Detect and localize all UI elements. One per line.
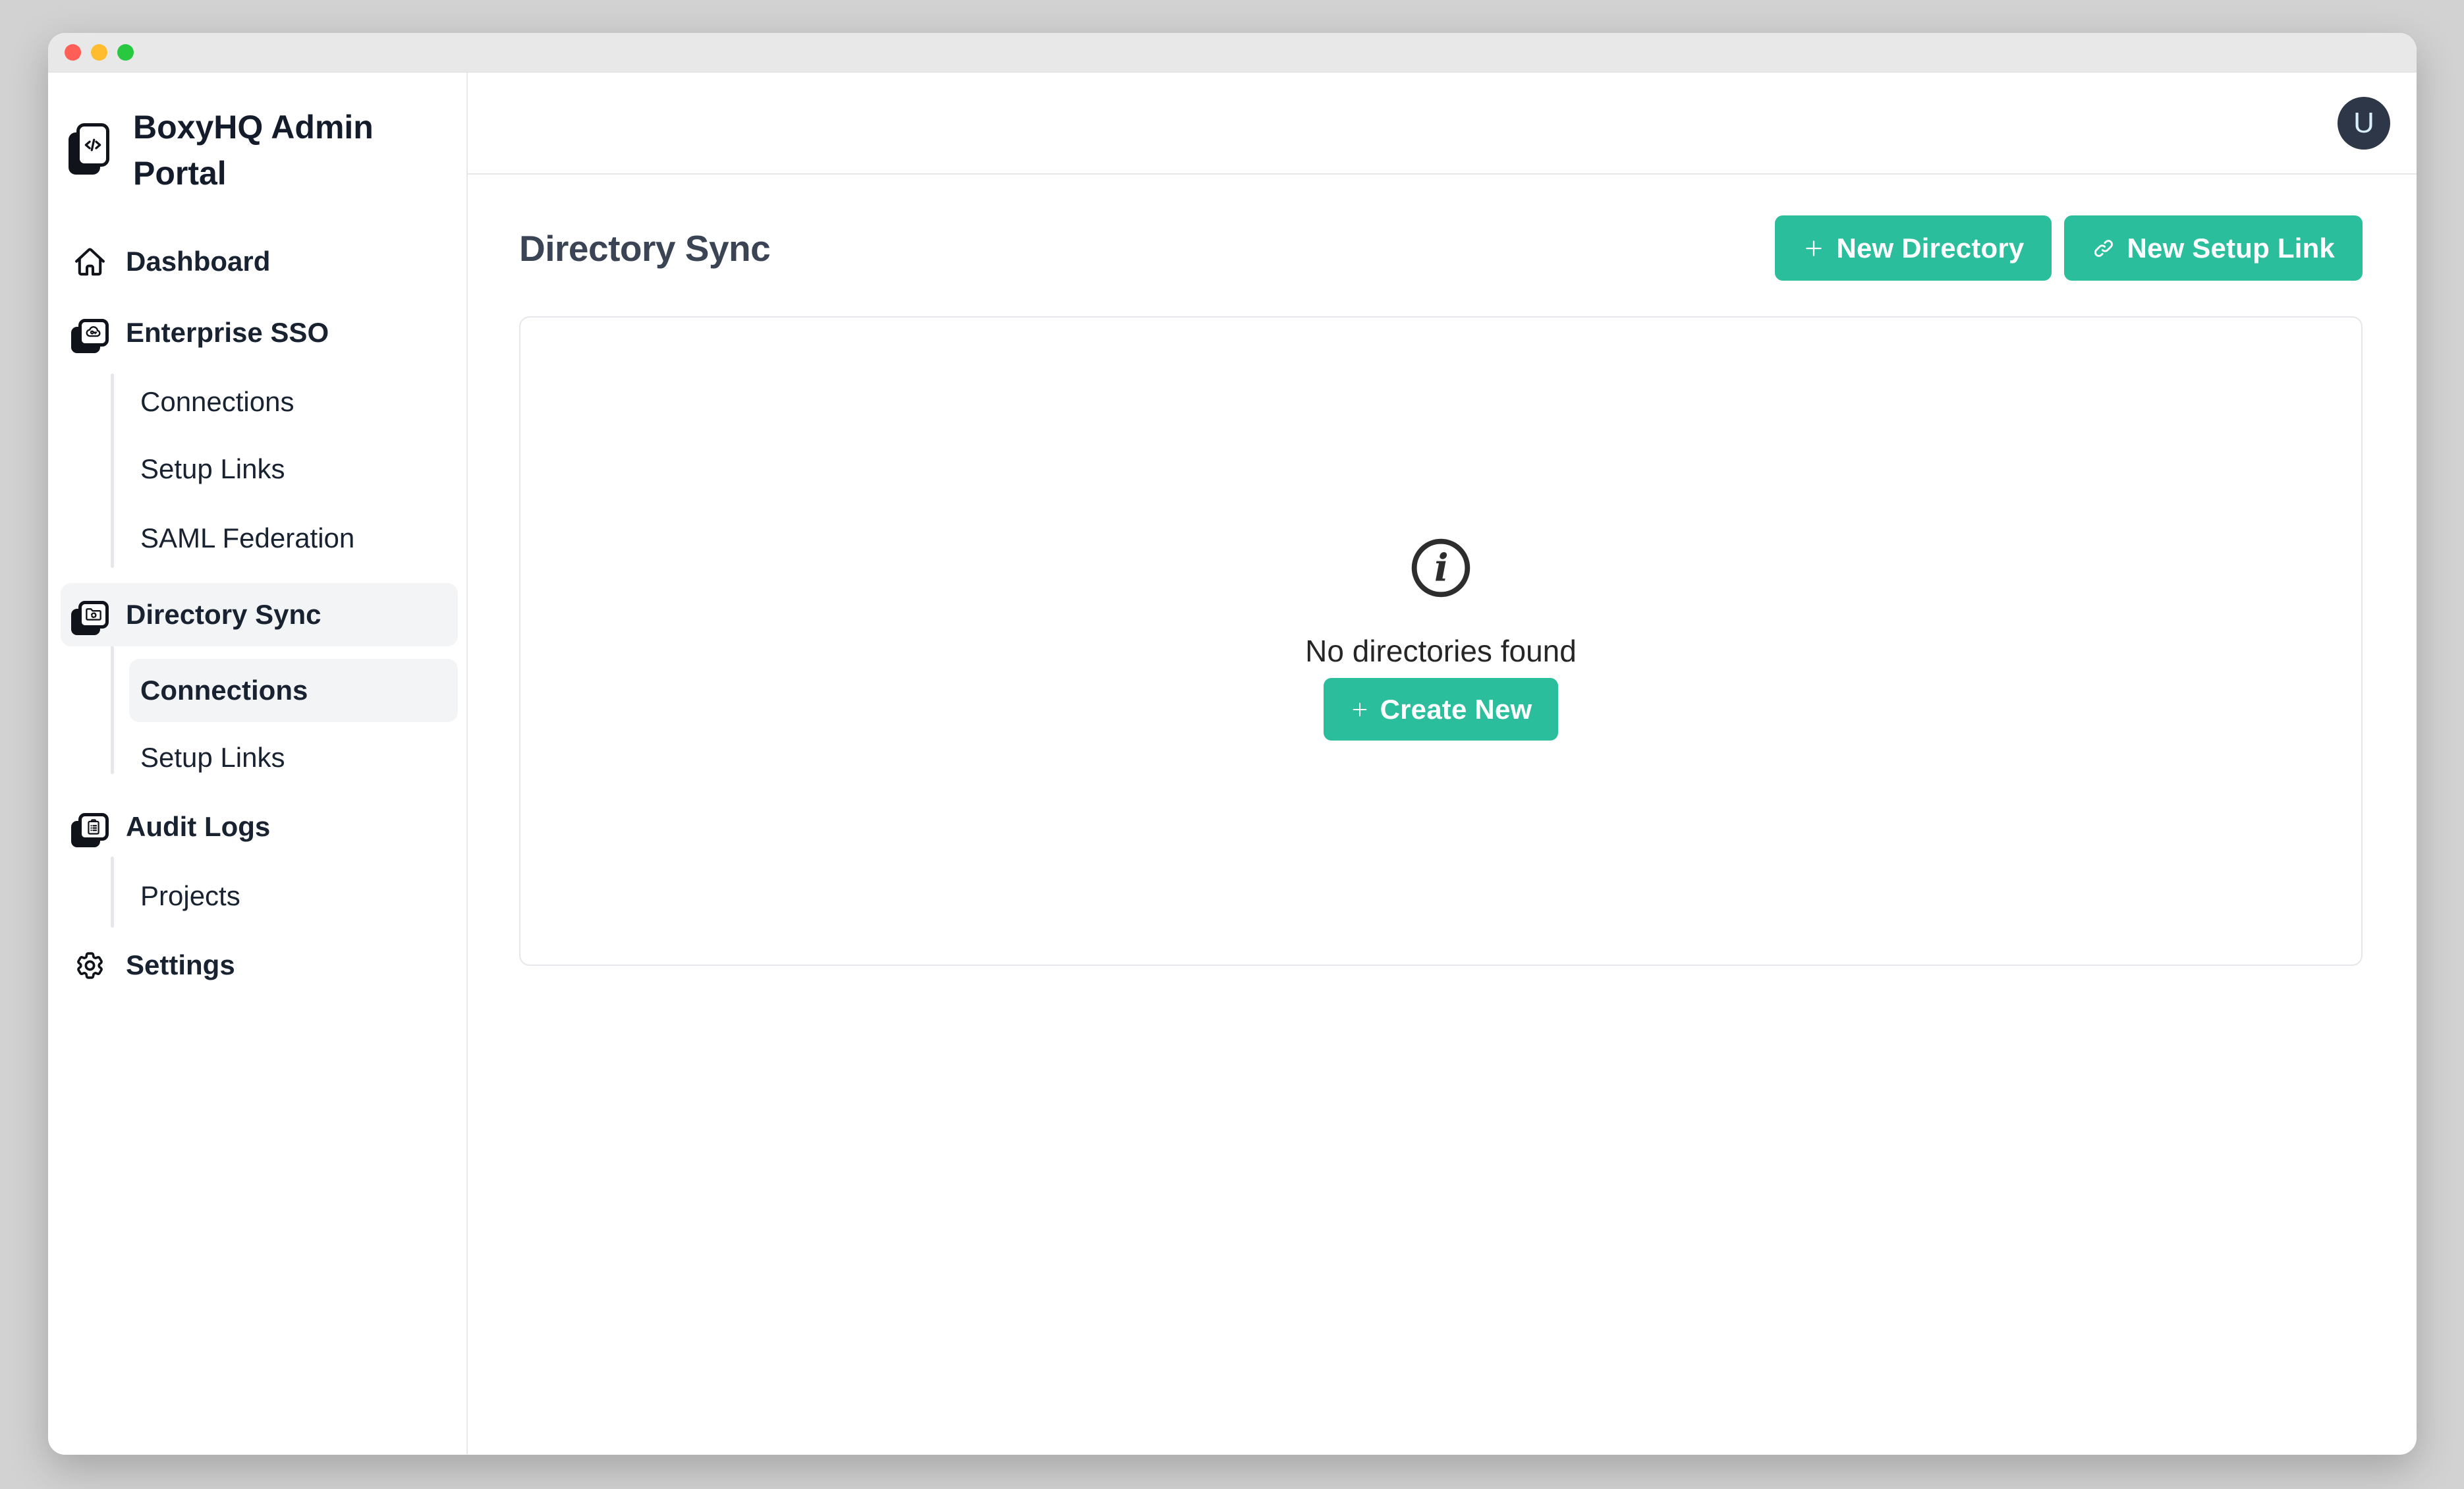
app-window: BoxyHQ Admin Portal Dashboard bbox=[48, 33, 2417, 1455]
gear-icon bbox=[69, 949, 110, 982]
brand-link[interactable]: BoxyHQ Admin Portal bbox=[48, 72, 466, 224]
info-icon: i bbox=[1410, 537, 1472, 599]
directory-sync-keycap-icon bbox=[69, 601, 110, 629]
create-new-label: Create New bbox=[1380, 694, 1532, 725]
sidebar-item-directory-sync[interactable]: Directory Sync bbox=[61, 583, 458, 646]
link-icon bbox=[2092, 237, 2115, 260]
sidebar-item-label: Setup Links bbox=[140, 453, 285, 485]
sidebar-item-enterprise-sso[interactable]: Enterprise SSO bbox=[61, 301, 458, 364]
sidebar-item-label: Settings bbox=[126, 949, 235, 981]
window-titlebar bbox=[48, 33, 2417, 72]
sidebar: BoxyHQ Admin Portal Dashboard bbox=[48, 72, 468, 1454]
sidebar-item-dashboard[interactable]: Dashboard bbox=[61, 230, 458, 293]
zoom-window-button[interactable] bbox=[117, 44, 134, 61]
sidebar-item-label: Enterprise SSO bbox=[126, 317, 329, 349]
sidebar-item-label: Connections bbox=[140, 675, 308, 706]
new-directory-button[interactable]: New Directory bbox=[1775, 215, 2052, 281]
sidebar-item-audit-logs[interactable]: Audit Logs bbox=[61, 795, 458, 858]
page-content: Directory Sync New Directory New Setup L… bbox=[468, 175, 2417, 1454]
empty-state-card: i No directories found Create New bbox=[519, 316, 2363, 966]
close-window-button[interactable] bbox=[65, 44, 81, 61]
audit-logs-keycap-icon bbox=[69, 813, 110, 841]
empty-state-message: No directories found bbox=[1305, 632, 1577, 670]
enterprise-sso-keycap-icon bbox=[69, 319, 110, 347]
plus-icon bbox=[1803, 237, 1825, 260]
sidebar-item-label: Setup Links bbox=[140, 742, 285, 773]
brand-title: BoxyHQ Admin Portal bbox=[133, 104, 377, 196]
page-title: Directory Sync bbox=[519, 227, 770, 269]
svg-text:i: i bbox=[1434, 547, 1449, 590]
topbar: U bbox=[468, 72, 2417, 175]
indent-line-directory-sync bbox=[111, 645, 114, 774]
sidebar-item-saml-federation[interactable]: SAML Federation bbox=[129, 507, 458, 570]
sidebar-item-label: Directory Sync bbox=[126, 599, 321, 631]
user-avatar-button[interactable]: U bbox=[2338, 97, 2390, 150]
boxyhq-logo-icon bbox=[76, 123, 109, 167]
sidebar-item-label: SAML Federation bbox=[140, 522, 354, 554]
sidebar-item-ds-setup-links[interactable]: Setup Links bbox=[129, 726, 458, 789]
create-new-button[interactable]: Create New bbox=[1324, 678, 1559, 741]
new-setup-link-label: New Setup Link bbox=[2127, 233, 2335, 264]
sidebar-item-sso-setup-links[interactable]: Setup Links bbox=[129, 437, 458, 501]
sidebar-item-label: Dashboard bbox=[126, 246, 270, 277]
page-actions: New Directory New Setup Link bbox=[1775, 215, 2363, 281]
sidebar-item-settings[interactable]: Settings bbox=[61, 934, 458, 997]
minimize-window-button[interactable] bbox=[91, 44, 107, 61]
sidebar-item-label: Projects bbox=[140, 880, 240, 912]
home-icon bbox=[69, 245, 110, 279]
plus-icon bbox=[1350, 700, 1370, 719]
sidebar-item-label: Audit Logs bbox=[126, 811, 270, 843]
page-header: Directory Sync New Directory New Setup L… bbox=[519, 215, 2363, 281]
new-directory-label: New Directory bbox=[1836, 233, 2024, 264]
sidebar-item-label: Connections bbox=[140, 386, 294, 418]
indent-line-audit-logs bbox=[111, 857, 114, 928]
sidebar-item-projects[interactable]: Projects bbox=[129, 864, 458, 928]
indent-line-enterprise-sso bbox=[111, 374, 114, 568]
main-area: U Directory Sync New Directory bbox=[468, 72, 2417, 1454]
sidebar-item-ds-connections[interactable]: Connections bbox=[129, 659, 458, 722]
sidebar-item-sso-connections[interactable]: Connections bbox=[129, 370, 458, 434]
new-setup-link-button[interactable]: New Setup Link bbox=[2064, 215, 2363, 281]
